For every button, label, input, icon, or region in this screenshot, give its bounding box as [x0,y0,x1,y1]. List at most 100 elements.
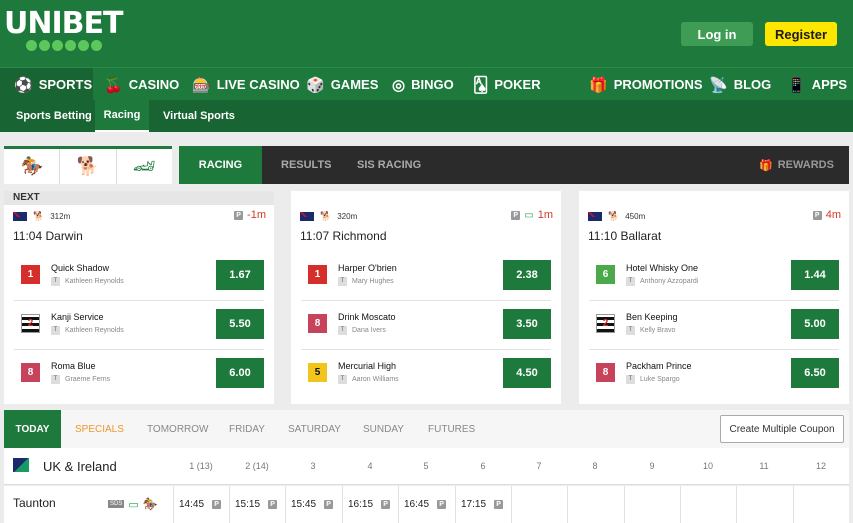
odds-button[interactable]: 1.67 [216,260,264,290]
greyhound-icon[interactable]: 🐕 [60,149,117,184]
day-tabs: TODAY SPECIALS TOMORROW FRIDAY SATURDAY … [4,410,849,448]
nav-casino[interactable]: 🍒 CASINO [104,68,179,101]
tab-results[interactable]: RESULTS [281,146,332,184]
nav-blog[interactable]: 📡 BLOG [709,68,771,101]
trainer: T Luke Spargo [626,375,680,384]
rss-icon: 📡 [709,76,728,94]
runner-name: Drink Moscato [338,312,396,322]
runner-row: 1 Quick Shadow T Kathleen Reynolds 1.67 [14,253,264,301]
logo-text: UNIBET [4,6,123,41]
trainer: T Kelly Bravo [626,326,675,335]
subnav-virtual-sports[interactable]: Virtual Sports [163,100,235,132]
race-card: NEXT 🐕 312m P -1m 11:04 Darwin 1 Quick Sha… [4,191,274,404]
login-button[interactable]: Log in [681,22,753,46]
odds-button[interactable]: 4.50 [503,358,551,388]
tab-saturday[interactable]: SATURDAY [288,410,341,448]
runner-name: Quick Shadow [51,263,110,273]
register-button[interactable]: Register [765,22,837,46]
race-card: 🐕 320m P ▭ 1m 11:07 Richmond 1 Harper O'bri… [291,191,561,404]
tab-today[interactable]: TODAY [4,410,61,448]
tab-tomorrow[interactable]: TOMORROW [147,410,208,448]
trainer: T Mary Hughes [338,277,394,286]
race-column: 6 [480,461,486,471]
horse-racing-icon[interactable]: 🏇 [4,149,61,184]
nav-poker[interactable]: 🂡 POKER [473,68,541,101]
race-column: 4 [367,461,373,471]
race-column: 9 [649,461,655,471]
odds-button[interactable]: 3.50 [503,309,551,339]
runner-row: 8 Roma Blue T Graeme Ferns 6.00 [14,351,264,399]
runner-row: 8 Drink Moscato T Dana Ivers 3.50 [301,302,551,350]
odds-button[interactable]: 1.44 [791,260,839,290]
tab-sis-racing[interactable]: SIS RACING [357,146,421,184]
australia-flag-icon [300,212,314,221]
race-venue[interactable]: 11:07 Richmond [300,229,387,243]
meeting-icons: SDS ▭ 🏇 [108,497,158,511]
greyhound-icon: 🐕 [608,211,620,221]
runner-name: Kanji Service [51,312,104,322]
racing-tabs: RACING RESULTS SIS RACING 🎁 REWARDS [179,146,849,184]
saddle-number: 2 [21,314,40,333]
trainer: T Graeme Ferns [51,375,110,384]
subnav-sports-betting[interactable]: Sports Betting [0,100,108,132]
australia-flag-icon [13,212,27,221]
race-column: 8 [592,461,598,471]
race-timer: P 4m [812,209,841,221]
nav-promotions[interactable]: 🎁 PROMOTIONS [589,68,703,101]
race-time-slot-empty [793,486,849,523]
runner-row: 2 Kanji Service T Kathleen Reynolds 5.50 [14,302,264,350]
harness-icon[interactable]: 🏎 [117,149,172,184]
runner-name: Packham Prince [626,361,692,371]
race-venue[interactable]: 11:04 Darwin [13,229,83,243]
tab-friday[interactable]: FRIDAY [229,410,265,448]
race-time-slot[interactable]: 15:45 P [285,486,341,523]
race-column: 12 [815,461,826,471]
race-time-slot[interactable]: 16:45 P [398,486,454,523]
race-venue[interactable]: 11:10 Ballarat [588,229,661,243]
race-card: 🐕 450m P 4m 11:10 Ballarat 6 Hotel Whisky … [579,191,849,404]
race-column: 11 [759,461,769,471]
rewards-link[interactable]: 🎁 REWARDS [759,146,834,184]
greyhound-icon: 🐕 [320,211,332,221]
race-column: 5 [423,461,429,471]
race-time-slot[interactable]: 14:45 P [173,486,229,523]
race-meta: 🐕 450m [588,211,645,222]
tv-icon: ▭ [128,498,139,511]
odds-button[interactable]: 5.50 [216,309,264,339]
phone-icon: 📱 [787,76,806,94]
unibet-logo[interactable]: UNIBET [4,6,123,51]
race-time-slot[interactable]: 16:15 P [342,486,398,523]
nav-sports[interactable]: ⚽ SPORTS [0,68,93,101]
saddle-number: 2 [596,314,615,333]
tv-icon: ▭ [524,209,534,221]
tab-futures[interactable]: FUTURES [428,410,475,448]
race-time-slot[interactable]: 15:15 P [229,486,285,523]
runner-name: Harper O'brien [338,263,397,273]
australia-flag-icon [588,212,602,221]
subnav-racing[interactable]: Racing [95,100,149,132]
nav-live-casino[interactable]: 🎰 LIVE CASINO [192,68,300,101]
nav-bingo[interactable]: ◎ BINGO [392,68,454,101]
tab-sunday[interactable]: SUNDAY [363,410,404,448]
race-time-slot-empty [736,486,792,523]
odds-button[interactable]: 5.00 [791,309,839,339]
odds-button[interactable]: 2.38 [503,260,551,290]
create-multiple-coupon-button[interactable]: Create Multiple Coupon [720,415,844,443]
race-time-slot-empty [680,486,736,523]
nav-games[interactable]: 🎲 GAMES [306,68,378,101]
runner-row: 1 Harper O'brien T Mary Hughes 2.38 [301,253,551,301]
tab-racing[interactable]: RACING [179,146,262,184]
trainer: T Anthony Azzopardi [626,277,698,286]
runner-name: Roma Blue [51,361,96,371]
nav-apps[interactable]: 📱 APPS [787,68,847,101]
saddle-number: 1 [308,265,327,284]
race-timer: P -1m [234,209,266,221]
runner-row: 8 Packham Prince T Luke Spargo 6.50 [589,351,839,399]
tab-specials[interactable]: SPECIALS [75,410,124,448]
race-time-slot[interactable]: 17:15 P [455,486,511,523]
odds-button[interactable]: 6.00 [216,358,264,388]
greyhound-icon: 🐕 [33,211,45,221]
meeting-name[interactable]: Taunton [13,496,56,510]
odds-button[interactable]: 6.50 [791,358,839,388]
sis-badge: SDS [108,500,125,508]
